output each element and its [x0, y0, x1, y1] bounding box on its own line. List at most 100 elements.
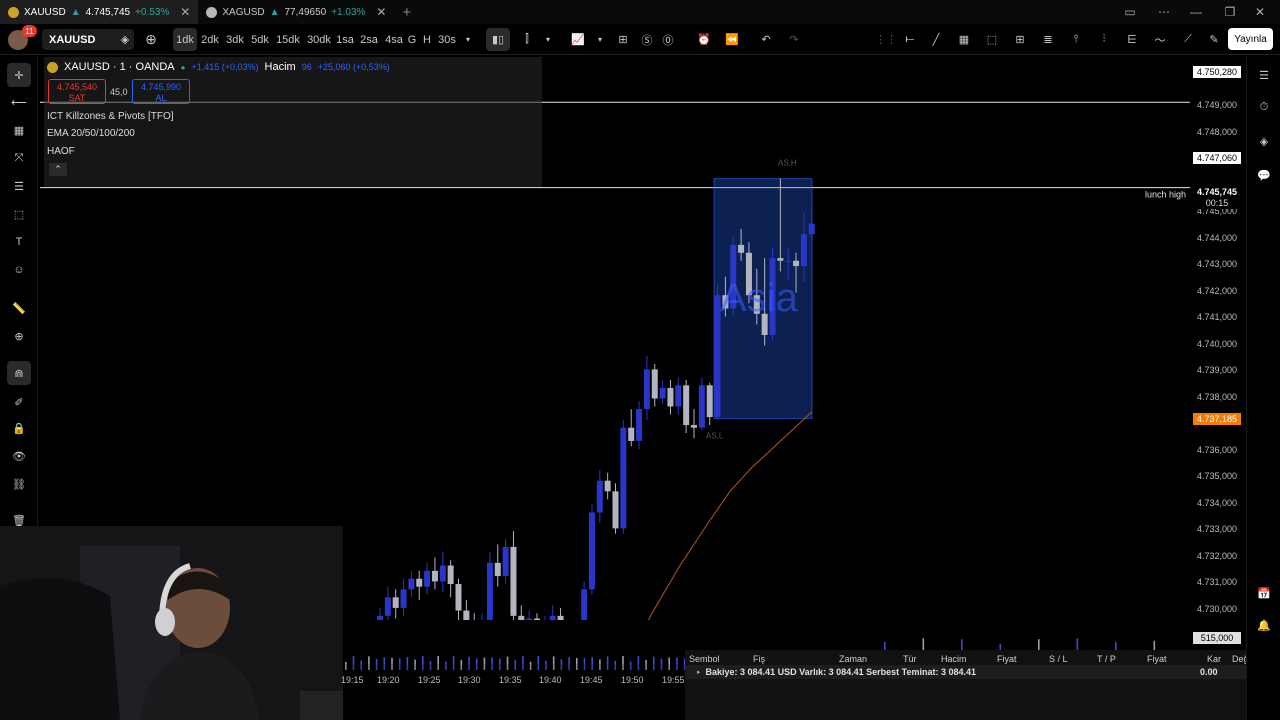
symbol-title[interactable]: XAUUSD · 1 · OANDA — [64, 61, 175, 73]
rectangle-tool-icon[interactable]: ⬚ — [982, 24, 1002, 55]
lock-icon[interactable]: 🔒 — [9, 418, 29, 438]
calendar-icon[interactable]: 📅 — [1255, 584, 1273, 602]
buy-button[interactable]: 4.745,990 AL — [132, 79, 190, 104]
ruler-icon[interactable]: 📏 — [9, 298, 29, 318]
sell-button[interactable]: 4.745,540 SAT — [48, 79, 106, 104]
price-axis[interactable]: 4.749,000 4.748,000 4.745,000 4.744,000 … — [1190, 56, 1246, 644]
intervals-dropdown-icon[interactable]: ▾ — [462, 24, 474, 55]
asia-low-label: AS.L — [706, 431, 724, 440]
zoom-in-icon[interactable]: ⊕ — [9, 326, 29, 346]
watchlist-toggle-icon[interactable]: ◈ — [116, 24, 134, 55]
bar-style-icon[interactable]: ⫿ — [518, 24, 536, 55]
layers-icon[interactable]: ◈ — [1255, 132, 1273, 150]
interval-1dk[interactable]: 1dk — [173, 28, 197, 51]
trend-line-icon[interactable]: ╱ — [926, 24, 946, 55]
grid-tool-icon[interactable]: ▦ — [954, 24, 974, 55]
interval-4sa[interactable]: 4sa — [383, 24, 405, 55]
alert-icon[interactable]: ⏰ — [694, 24, 714, 55]
symbol-s-icon[interactable]: Ⓢ — [639, 24, 655, 55]
col-profit[interactable]: Kar — [1207, 654, 1221, 664]
interval-2dk[interactable]: 2dk — [199, 24, 221, 55]
shape-icon[interactable]: ⬚ — [9, 204, 29, 224]
col-symbol[interactable]: Sembol — [689, 654, 720, 664]
redo-icon[interactable]: ↷ — [784, 24, 804, 55]
new-tab-icon[interactable]: + — [402, 4, 411, 21]
crosshair-icon[interactable]: ✛ — [7, 63, 31, 87]
col-time[interactable]: Zaman — [839, 654, 867, 664]
interval-30s[interactable]: 30s — [438, 24, 456, 55]
publish-button[interactable]: Yayınla — [1228, 28, 1273, 50]
close-tab-icon[interactable]: ✕ — [376, 5, 386, 19]
path-tool-icon[interactable]: 〜 — [1150, 24, 1170, 55]
tab-xagusd[interactable]: XAGUSD ▲ 77,49650 +1.03% ✕ — [198, 0, 394, 24]
indicators-icon[interactable]: 📈 — [568, 24, 588, 55]
symbol-o-icon[interactable]: ⓪ — [660, 24, 676, 55]
candle — [706, 382, 713, 426]
col-change[interactable]: Değişim — [1232, 654, 1246, 664]
price-tick: 4.736,000 — [1197, 445, 1238, 455]
pitchfork-icon[interactable]: ⫶ — [1094, 24, 1114, 55]
col-type[interactable]: Tür — [903, 654, 917, 664]
col-volume[interactable]: Hacim — [941, 654, 967, 664]
tab-xauusd[interactable]: XAUUSD ▲ 4.745,745 +0.53% ✕ — [0, 0, 199, 24]
replay-icon[interactable]: ⏪ — [722, 24, 742, 55]
brush-icon[interactable]: ⟋ — [1178, 24, 1198, 55]
candle — [481, 613, 483, 620]
text-tool-icon[interactable]: T — [9, 232, 29, 252]
watchlist-icon[interactable]: ☰ — [1255, 66, 1273, 84]
collapse-legend-icon[interactable]: ⌃ — [49, 163, 67, 176]
interval-30dk[interactable]: 30dk — [305, 24, 333, 55]
vertical-line-icon[interactable]: ⫯ — [1066, 24, 1086, 55]
fib-icon[interactable]: ☰ — [9, 176, 29, 196]
indicator-ema[interactable]: EMA 20/50/100/200 — [47, 128, 135, 139]
grid-icon[interactable]: ▦ — [9, 120, 29, 140]
interval-15dk[interactable]: 15dk — [274, 24, 302, 55]
col-sl[interactable]: S / L — [1049, 654, 1068, 664]
time-axis[interactable]: 19:15 19:20 19:25 19:30 19:35 19:40 19:4… — [341, 672, 685, 690]
horizontal-ray-icon[interactable]: ⟝ — [900, 24, 920, 55]
interval-5dk[interactable]: 5dk — [249, 24, 271, 55]
candles-icon[interactable]: ▮▯ — [486, 28, 510, 51]
tab-symbol: XAGUSD — [222, 6, 265, 18]
more-icon[interactable]: ⋯ — [1152, 0, 1176, 24]
notifications-bell-icon[interactable]: 🔔 — [1255, 616, 1273, 634]
interval-1sa[interactable]: 1sa — [336, 24, 354, 55]
layout-icon[interactable]: ▭ — [1118, 0, 1142, 24]
minimize-icon[interactable]: — — [1184, 0, 1208, 24]
col-tp[interactable]: T / P — [1097, 654, 1116, 664]
time-tick: 19:25 — [418, 675, 441, 685]
close-window-icon[interactable]: ✕ — [1248, 0, 1272, 24]
interval-g[interactable]: G — [407, 24, 417, 55]
indicator-haof[interactable]: HAOF — [47, 146, 75, 157]
indicator-ict-killzones[interactable]: ICT Killzones & Pivots [TFO] — [47, 111, 174, 122]
indicators-dropdown-icon[interactable]: ▾ — [594, 24, 606, 55]
undo-icon[interactable]: ↶ — [756, 24, 776, 55]
col-price-current[interactable]: Fiyat — [1147, 654, 1167, 664]
chart-style-dropdown-icon[interactable]: ▾ — [542, 24, 554, 55]
line-tool-icon[interactable]: ⟵ — [9, 92, 29, 112]
maximize-icon[interactable]: ❐ — [1218, 0, 1242, 24]
expand-icon[interactable]: ▸ — [697, 668, 701, 676]
emoji-icon[interactable]: ☺ — [9, 260, 29, 280]
node-tool-icon[interactable]: ⤧ — [9, 148, 29, 168]
magnet-icon[interactable]: ⋒ — [7, 361, 31, 385]
templates-icon[interactable]: ⊞ — [614, 24, 632, 55]
interval-h[interactable]: H — [422, 24, 432, 55]
interval-3dk[interactable]: 3dk — [224, 24, 246, 55]
candle-body — [800, 234, 807, 267]
alerts-clock-icon[interactable]: ⏱ — [1255, 98, 1273, 116]
channel-icon[interactable]: ⋿ — [1122, 24, 1142, 55]
col-price[interactable]: Fiyat — [997, 654, 1017, 664]
chat-icon[interactable]: 💬 — [1255, 166, 1273, 184]
eye-icon[interactable]: 👁 — [9, 446, 29, 466]
pen-icon[interactable]: ✎ — [1204, 24, 1224, 55]
interval-2sa[interactable]: 2sa — [358, 24, 380, 55]
drag-handle-icon[interactable]: ⋮⋮ — [875, 24, 897, 55]
position-tool-icon[interactable]: ⊞ — [1010, 24, 1030, 55]
link-icon[interactable]: ⛓ — [9, 474, 29, 494]
compare-add-icon[interactable]: ⊕ — [142, 24, 160, 55]
fib-tool-icon[interactable]: ≣ — [1038, 24, 1058, 55]
close-tab-icon[interactable]: ✕ — [180, 5, 190, 19]
col-ticket[interactable]: Fiş — [753, 654, 765, 664]
drawing-mode-icon[interactable]: ✐ — [9, 392, 29, 412]
